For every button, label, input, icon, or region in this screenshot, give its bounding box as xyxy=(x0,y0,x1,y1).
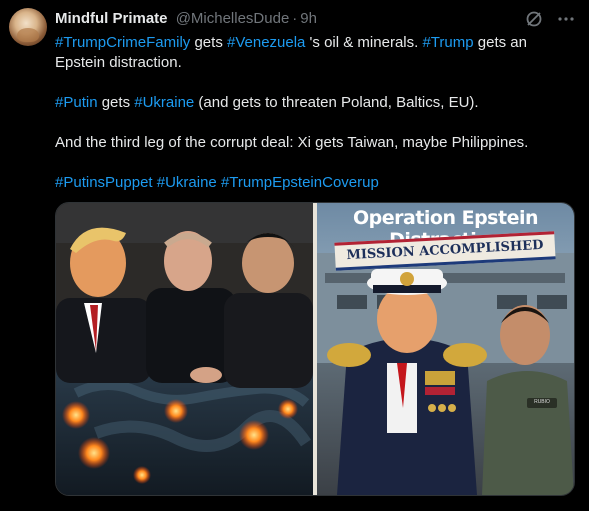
hashtag-trumpcrimefamily[interactable]: #TrumpCrimeFamily xyxy=(55,34,190,51)
hashtag-ukraine-2[interactable]: #Ukraine xyxy=(157,174,217,191)
tweet-timestamp[interactable]: 9h xyxy=(300,10,317,27)
author-avatar[interactable] xyxy=(9,8,47,46)
text-segment: (and gets to threaten Poland, Baltics, E… xyxy=(194,94,479,111)
hashtag-trumpepsteincoverup[interactable]: #TrumpEpsteinCoverup xyxy=(221,174,379,191)
text-segment: gets xyxy=(190,34,227,51)
hashtag-putin[interactable]: #Putin xyxy=(55,94,98,111)
hashtag-venezuela[interactable]: #Venezuela xyxy=(227,34,305,51)
media-image-left[interactable] xyxy=(56,203,313,495)
grok-icon[interactable] xyxy=(525,10,543,28)
tweet-header: Mindful Primate @MichellesDude · 9h xyxy=(55,9,575,29)
hashtag-trump[interactable]: #Trump xyxy=(422,34,473,51)
rubio-name-tag: RUBIO xyxy=(534,399,550,405)
header-separator: · xyxy=(292,10,298,27)
tweet-media[interactable]: Operation Epstein Distraction MISSION AC… xyxy=(55,202,575,496)
text-segment: 's oil & minerals. xyxy=(305,34,423,51)
hashtag-ukraine[interactable]: #Ukraine xyxy=(134,94,194,111)
tweet-paragraph-1: #TrumpCrimeFamily gets #Venezuela 's oil… xyxy=(55,33,575,73)
media-image-right[interactable]: Operation Epstein Distraction MISSION AC… xyxy=(317,203,574,495)
tweet-paragraph-2: #Putin gets #Ukraine (and gets to threat… xyxy=(55,93,575,113)
text-segment: And the third leg of the corrupt deal: X… xyxy=(55,134,529,151)
tweet-paragraph-4: #PutinsPuppet #Ukraine #TrumpEpsteinCove… xyxy=(55,173,575,193)
tweet-paragraph-3: And the third leg of the corrupt deal: X… xyxy=(55,133,575,153)
text-segment: gets xyxy=(97,94,135,111)
more-options-icon[interactable] xyxy=(557,10,575,28)
header-actions xyxy=(525,10,575,28)
author-name[interactable]: Mindful Primate xyxy=(55,10,168,27)
hashtag-putinspuppet[interactable]: #PutinsPuppet xyxy=(55,174,153,191)
leaders-over-map-illustration xyxy=(56,203,313,495)
tweet-text: #TrumpCrimeFamily gets #Venezuela 's oil… xyxy=(55,33,575,193)
author-handle[interactable]: @MichellesDude xyxy=(176,10,290,27)
